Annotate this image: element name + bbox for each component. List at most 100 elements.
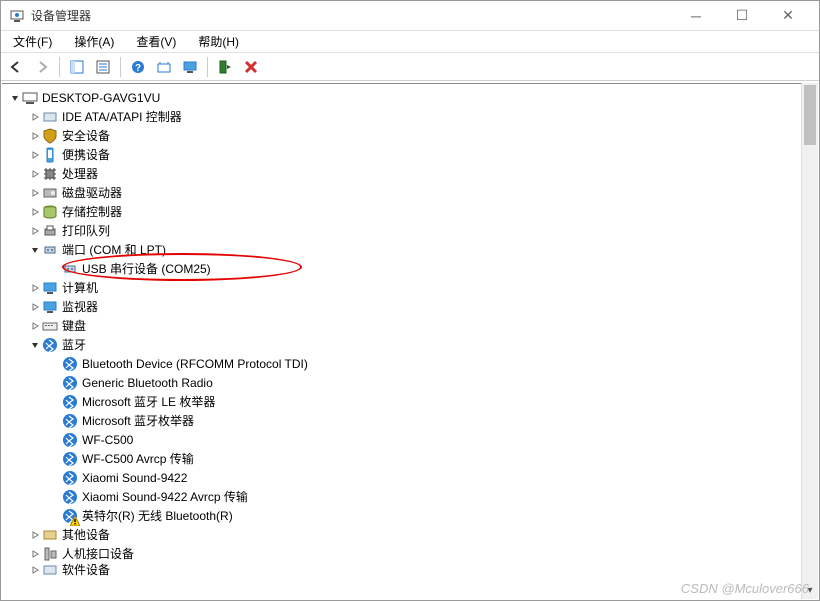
twisty-icon[interactable]	[28, 110, 42, 124]
twisty-icon[interactable]	[48, 433, 62, 447]
tree-node[interactable]: USB 串行设备 (COM25)	[4, 259, 816, 278]
tree-node[interactable]: 打印队列	[4, 221, 816, 240]
tree-node[interactable]: Generic Bluetooth Radio	[4, 373, 816, 392]
tree-node[interactable]: WF-C500	[4, 430, 816, 449]
separator	[59, 57, 60, 77]
device-icon	[42, 318, 58, 334]
twisty-icon[interactable]	[28, 563, 42, 577]
tree-node[interactable]: DESKTOP-GAVG1VU	[4, 88, 816, 107]
node-label: USB 串行设备 (COM25)	[82, 260, 211, 277]
twisty-icon[interactable]	[28, 528, 42, 542]
help-button[interactable]: ?	[127, 56, 149, 78]
node-label: 其他设备	[62, 526, 110, 543]
tree-node[interactable]: 软件设备	[4, 563, 816, 576]
twisty-icon[interactable]	[48, 414, 62, 428]
scroll-down-icon[interactable]: ▾	[802, 582, 818, 599]
device-icon	[42, 337, 58, 353]
tree-node[interactable]: 其他设备	[4, 525, 816, 544]
device-icon	[42, 147, 58, 163]
twisty-icon[interactable]	[28, 281, 42, 295]
twisty-icon[interactable]	[28, 338, 42, 352]
twisty-icon[interactable]	[48, 490, 62, 504]
tree-node[interactable]: 监视器	[4, 297, 816, 316]
monitor-button[interactable]	[179, 56, 201, 78]
node-label: Bluetooth Device (RFCOMM Protocol TDI)	[82, 357, 308, 371]
twisty-icon[interactable]	[28, 243, 42, 257]
twisty-icon[interactable]	[48, 376, 62, 390]
menu-file[interactable]: 文件(F)	[7, 31, 58, 52]
menu-help[interactable]: 帮助(H)	[192, 31, 245, 52]
device-icon	[42, 562, 58, 578]
node-label: 端口 (COM 和 LPT)	[62, 241, 166, 258]
scrollbar[interactable]: ▴ ▾	[801, 83, 818, 599]
tree-node[interactable]: Xiaomi Sound-9422 Avrcp 传输	[4, 487, 816, 506]
tree-node[interactable]: Xiaomi Sound-9422	[4, 468, 816, 487]
tree-node[interactable]: 端口 (COM 和 LPT)	[4, 240, 816, 259]
enable-device-button[interactable]	[214, 56, 236, 78]
tree-node[interactable]: 便携设备	[4, 145, 816, 164]
twisty-icon[interactable]	[48, 395, 62, 409]
node-label: 处理器	[62, 165, 98, 182]
twisty-icon[interactable]	[48, 357, 62, 371]
tree-node[interactable]: 蓝牙	[4, 335, 816, 354]
twisty-icon[interactable]	[28, 224, 42, 238]
device-icon	[62, 489, 78, 505]
separator	[207, 57, 208, 77]
tree-node[interactable]: 人机接口设备	[4, 544, 816, 563]
minimize-button[interactable]: ─	[673, 1, 719, 31]
tree-node[interactable]: Microsoft 蓝牙枚举器	[4, 411, 816, 430]
tree-node[interactable]: 键盘	[4, 316, 816, 335]
properties-button[interactable]	[92, 56, 114, 78]
tree-node[interactable]: 存储控制器	[4, 202, 816, 221]
device-icon	[62, 261, 78, 277]
node-label: WF-C500	[82, 433, 133, 447]
twisty-icon[interactable]	[28, 186, 42, 200]
node-label: Microsoft 蓝牙 LE 枚举器	[82, 393, 215, 410]
twisty-icon[interactable]	[48, 509, 62, 523]
tree-node[interactable]: 处理器	[4, 164, 816, 183]
twisty-icon[interactable]	[28, 148, 42, 162]
twisty-icon[interactable]	[28, 205, 42, 219]
separator	[120, 57, 121, 77]
node-label: IDE ATA/ATAPI 控制器	[62, 108, 182, 125]
twisty-icon[interactable]	[28, 300, 42, 314]
node-label: 键盘	[62, 317, 86, 334]
forward-button[interactable]	[31, 56, 53, 78]
tree-node[interactable]: 磁盘驱动器	[4, 183, 816, 202]
disable-device-button[interactable]	[240, 56, 262, 78]
twisty-icon[interactable]	[48, 452, 62, 466]
maximize-button[interactable]: ☐	[719, 1, 765, 31]
twisty-icon[interactable]	[28, 167, 42, 181]
device-tree[interactable]: DESKTOP-GAVG1VUIDE ATA/ATAPI 控制器安全设备便携设备…	[2, 84, 818, 599]
tree-node[interactable]: IDE ATA/ATAPI 控制器	[4, 107, 816, 126]
tree-node[interactable]: 英特尔(R) 无线 Bluetooth(R)	[4, 506, 816, 525]
device-icon	[62, 413, 78, 429]
back-button[interactable]	[5, 56, 27, 78]
device-icon	[62, 470, 78, 486]
tree-node[interactable]: WF-C500 Avrcp 传输	[4, 449, 816, 468]
svg-text:?: ?	[135, 63, 141, 74]
scan-hardware-button[interactable]	[153, 56, 175, 78]
close-button[interactable]: ✕	[765, 1, 811, 31]
menu-action[interactable]: 操作(A)	[68, 31, 120, 52]
window-title: 设备管理器	[31, 7, 673, 24]
twisty-icon[interactable]	[48, 471, 62, 485]
node-label: 软件设备	[62, 561, 110, 578]
twisty-icon[interactable]	[28, 129, 42, 143]
twisty-icon[interactable]	[48, 262, 62, 276]
menu-view[interactable]: 查看(V)	[130, 31, 182, 52]
show-hide-tree-button[interactable]	[66, 56, 88, 78]
device-icon	[62, 356, 78, 372]
tree-node[interactable]: Bluetooth Device (RFCOMM Protocol TDI)	[4, 354, 816, 373]
menubar: 文件(F) 操作(A) 查看(V) 帮助(H)	[1, 31, 819, 53]
tree-node[interactable]: 计算机	[4, 278, 816, 297]
scrollbar-thumb[interactable]	[804, 85, 816, 145]
tree-node[interactable]: Microsoft 蓝牙 LE 枚举器	[4, 392, 816, 411]
twisty-icon[interactable]	[8, 91, 22, 105]
node-label: 计算机	[62, 279, 98, 296]
twisty-icon[interactable]	[28, 547, 42, 561]
device-icon	[42, 166, 58, 182]
device-icon	[42, 242, 58, 258]
twisty-icon[interactable]	[28, 319, 42, 333]
tree-node[interactable]: 安全设备	[4, 126, 816, 145]
